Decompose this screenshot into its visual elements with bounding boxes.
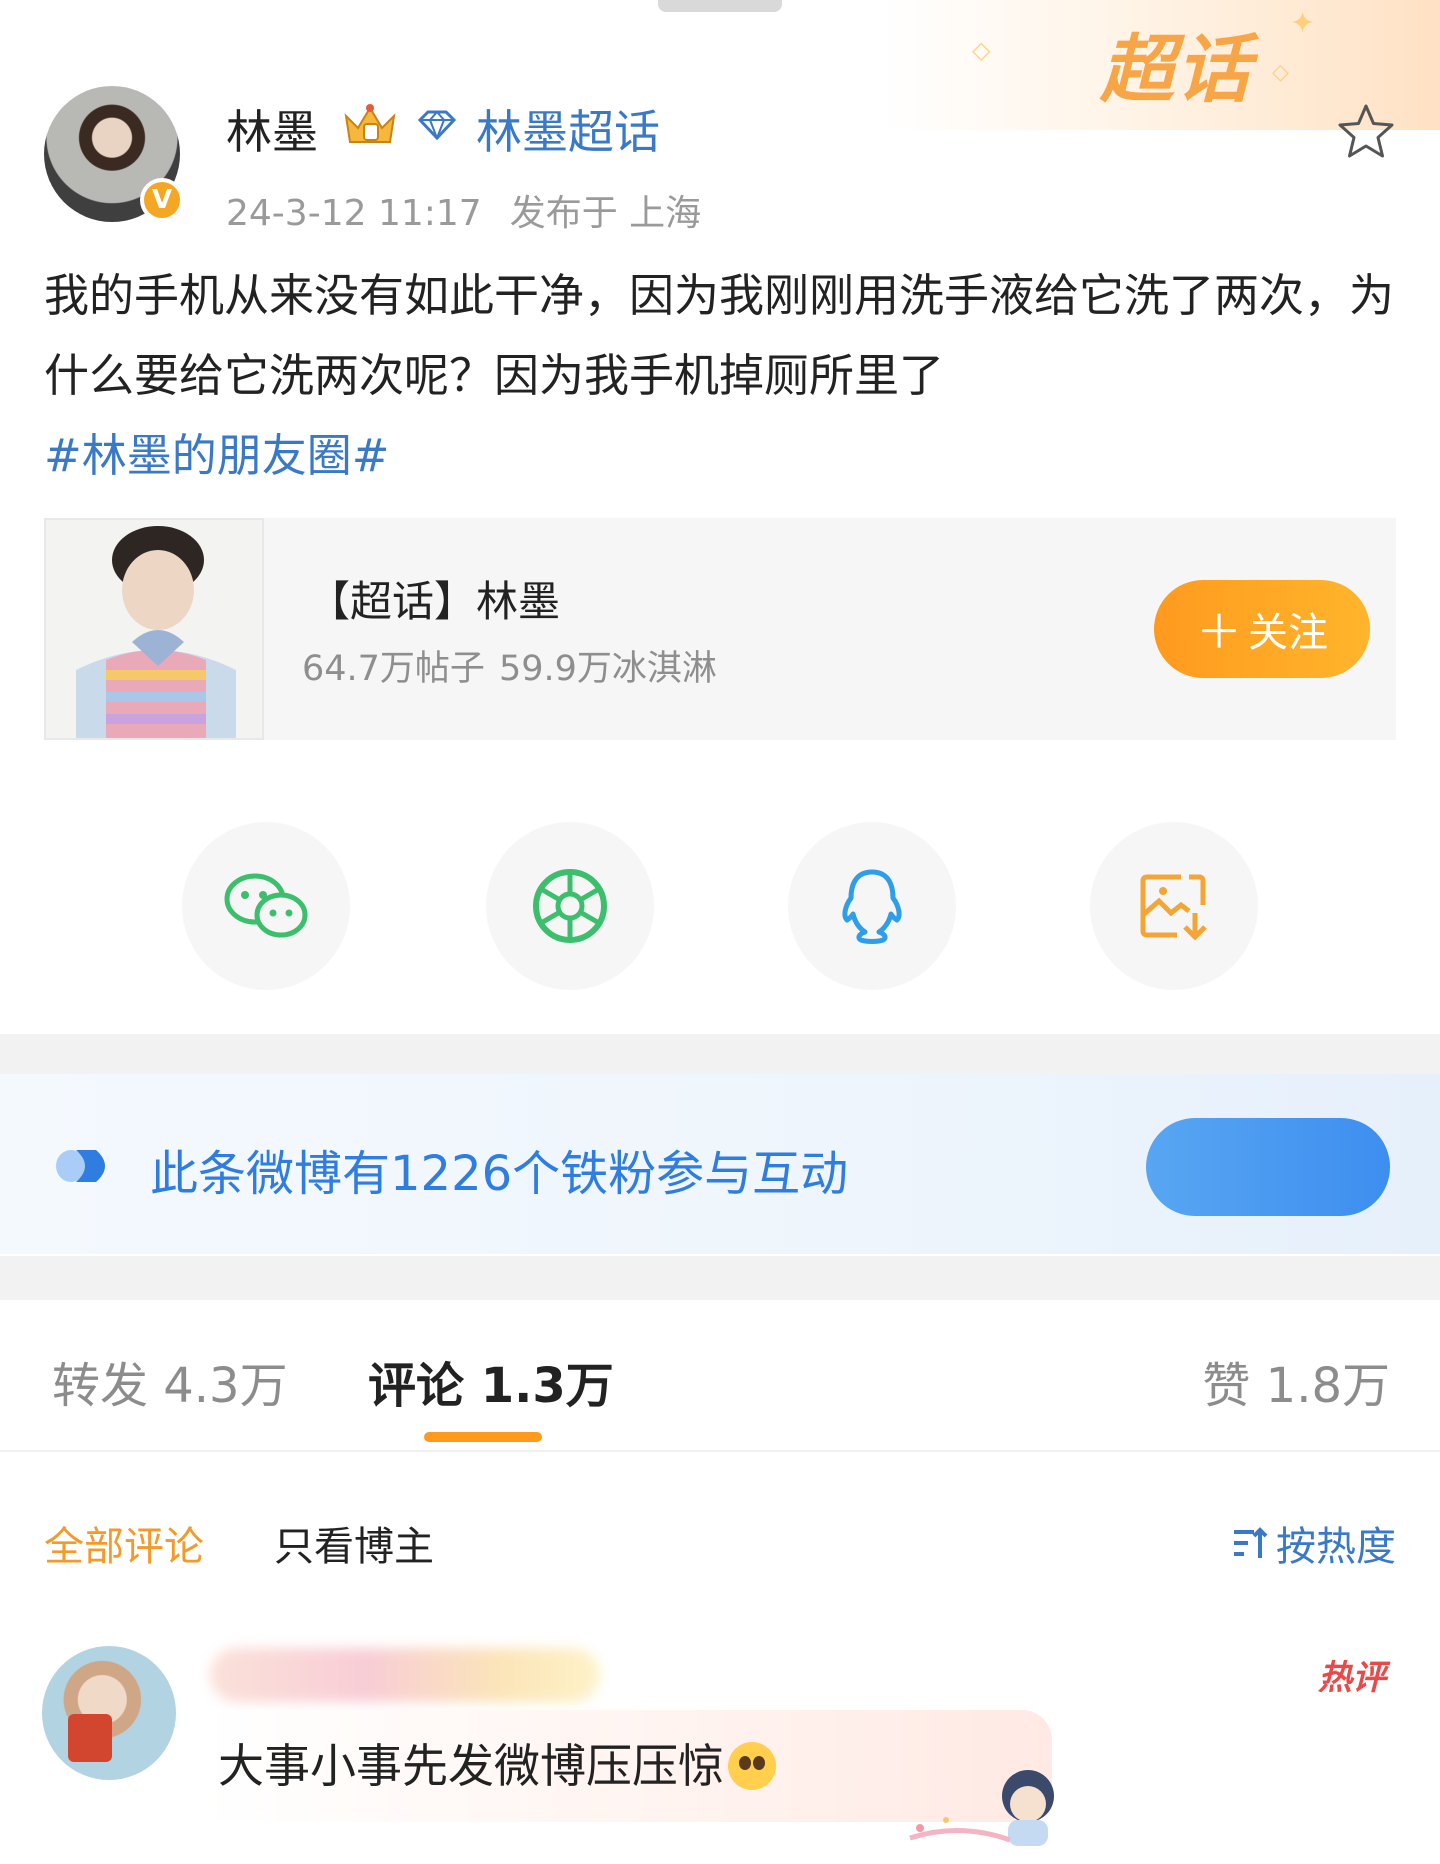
shocked-emoji-icon bbox=[728, 1742, 776, 1790]
post-location: 发布于 上海 bbox=[509, 193, 702, 234]
comment-sticker bbox=[909, 1770, 1054, 1846]
post-body: 我的手机从来没有如此干净，因为我刚刚用洗手液给它洗了两次，为什么要给它洗两次呢？… bbox=[44, 256, 1404, 496]
ironfan-icon bbox=[56, 1150, 105, 1182]
active-tab-indicator bbox=[424, 1432, 542, 1442]
comment-text-line: 大事小事先发微博压压惊 bbox=[218, 1730, 776, 1796]
crown-icon bbox=[344, 104, 396, 143]
commenter-avatar[interactable] bbox=[42, 1646, 176, 1780]
filter-owner-only[interactable]: 只看博主 bbox=[274, 1514, 434, 1572]
tab-comments[interactable]: 评论 1.3万 bbox=[368, 1346, 614, 1416]
sort-by-hot[interactable]: 按热度 bbox=[1232, 1514, 1396, 1572]
follow-button[interactable]: ＋ 关注 bbox=[1154, 580, 1370, 678]
interaction-tabs: 转发 4.3万 评论 1.3万 赞 1.8万 bbox=[0, 1300, 1440, 1452]
hot-comment-badge: 热评 bbox=[1318, 1658, 1386, 1698]
tab-repost[interactable]: 转发 4.3万 bbox=[52, 1346, 288, 1416]
ironfan-action-button[interactable] bbox=[1146, 1118, 1390, 1216]
wechat-icon bbox=[224, 873, 308, 938]
verified-badge: V bbox=[140, 178, 184, 222]
supertopic-icecream-count: 59.9万冰淇淋 bbox=[498, 649, 717, 689]
ironfan-text: 此条微博有1226个铁粉参与互动 bbox=[150, 1146, 849, 1202]
plus-icon: ＋ bbox=[1196, 605, 1242, 659]
sparkle-icon: ✦ bbox=[1290, 6, 1316, 41]
supertopic-stats: 64.7万帖子 59.9万冰淇淋 bbox=[302, 640, 731, 691]
share-save-image-button[interactable] bbox=[1090, 822, 1258, 990]
share-qq-button[interactable] bbox=[788, 822, 956, 990]
comment-text: 大事小事先发微博压压惊 bbox=[218, 1739, 724, 1793]
author-name[interactable]: 林墨 bbox=[226, 96, 318, 162]
section-divider bbox=[0, 1034, 1440, 1074]
diamond-icon bbox=[417, 110, 457, 140]
save-image-icon bbox=[1140, 874, 1207, 941]
filter-all-comments[interactable]: 全部评论 bbox=[44, 1514, 204, 1572]
share-moments-button[interactable] bbox=[486, 822, 654, 990]
sort-icon bbox=[1234, 1527, 1268, 1558]
follow-label: 关注 bbox=[1248, 610, 1328, 656]
comment-filters: 全部评论 只看博主 按热度 bbox=[0, 1514, 1440, 1574]
share-row bbox=[0, 822, 1440, 992]
post-header: V 林墨 林墨超话 24-3-12 11:17 发布于 上海 bbox=[44, 86, 1396, 236]
sparkle-icon: ◇ bbox=[1272, 60, 1289, 85]
post-meta: 24-3-12 11:17 发布于 上海 bbox=[226, 184, 729, 236]
supertopic-title: 【超话】林墨 bbox=[308, 577, 561, 626]
tab-likes[interactable]: 赞 1.8万 bbox=[1202, 1346, 1390, 1416]
sparkle-icon: ◇ bbox=[972, 36, 991, 64]
post-text: 我的手机从来没有如此干净，因为我刚刚用洗手液给它洗了两次，为什么要给它洗两次呢？… bbox=[44, 269, 1395, 402]
ironfan-banner[interactable]: 此条微博有1226个铁粉参与互动 bbox=[0, 1074, 1440, 1254]
supertopic-link[interactable]: 林墨超话 bbox=[476, 96, 660, 162]
supertopic-thumbnail bbox=[44, 518, 264, 740]
post-hashtag[interactable]: #林墨的朋友圈# bbox=[44, 429, 389, 482]
post-timestamp: 24-3-12 11:17 bbox=[226, 193, 482, 234]
drag-handle[interactable] bbox=[658, 0, 782, 12]
qq-icon bbox=[842, 869, 902, 944]
supertopic-card[interactable]: 【超话】林墨 64.7万帖子 59.9万冰淇淋 ＋ 关注 bbox=[44, 518, 1396, 740]
section-divider bbox=[0, 1256, 1440, 1300]
comment-item: 热评 大事小事先发微博压压惊 bbox=[0, 1640, 1440, 1864]
supertopic-posts-count: 64.7万帖子 bbox=[302, 649, 485, 689]
share-wechat-button[interactable] bbox=[182, 822, 350, 990]
favorite-star-icon[interactable] bbox=[1336, 102, 1396, 162]
moments-icon bbox=[533, 869, 607, 943]
commenter-name-blurred[interactable] bbox=[210, 1648, 600, 1702]
sort-label: 按热度 bbox=[1276, 1524, 1396, 1570]
